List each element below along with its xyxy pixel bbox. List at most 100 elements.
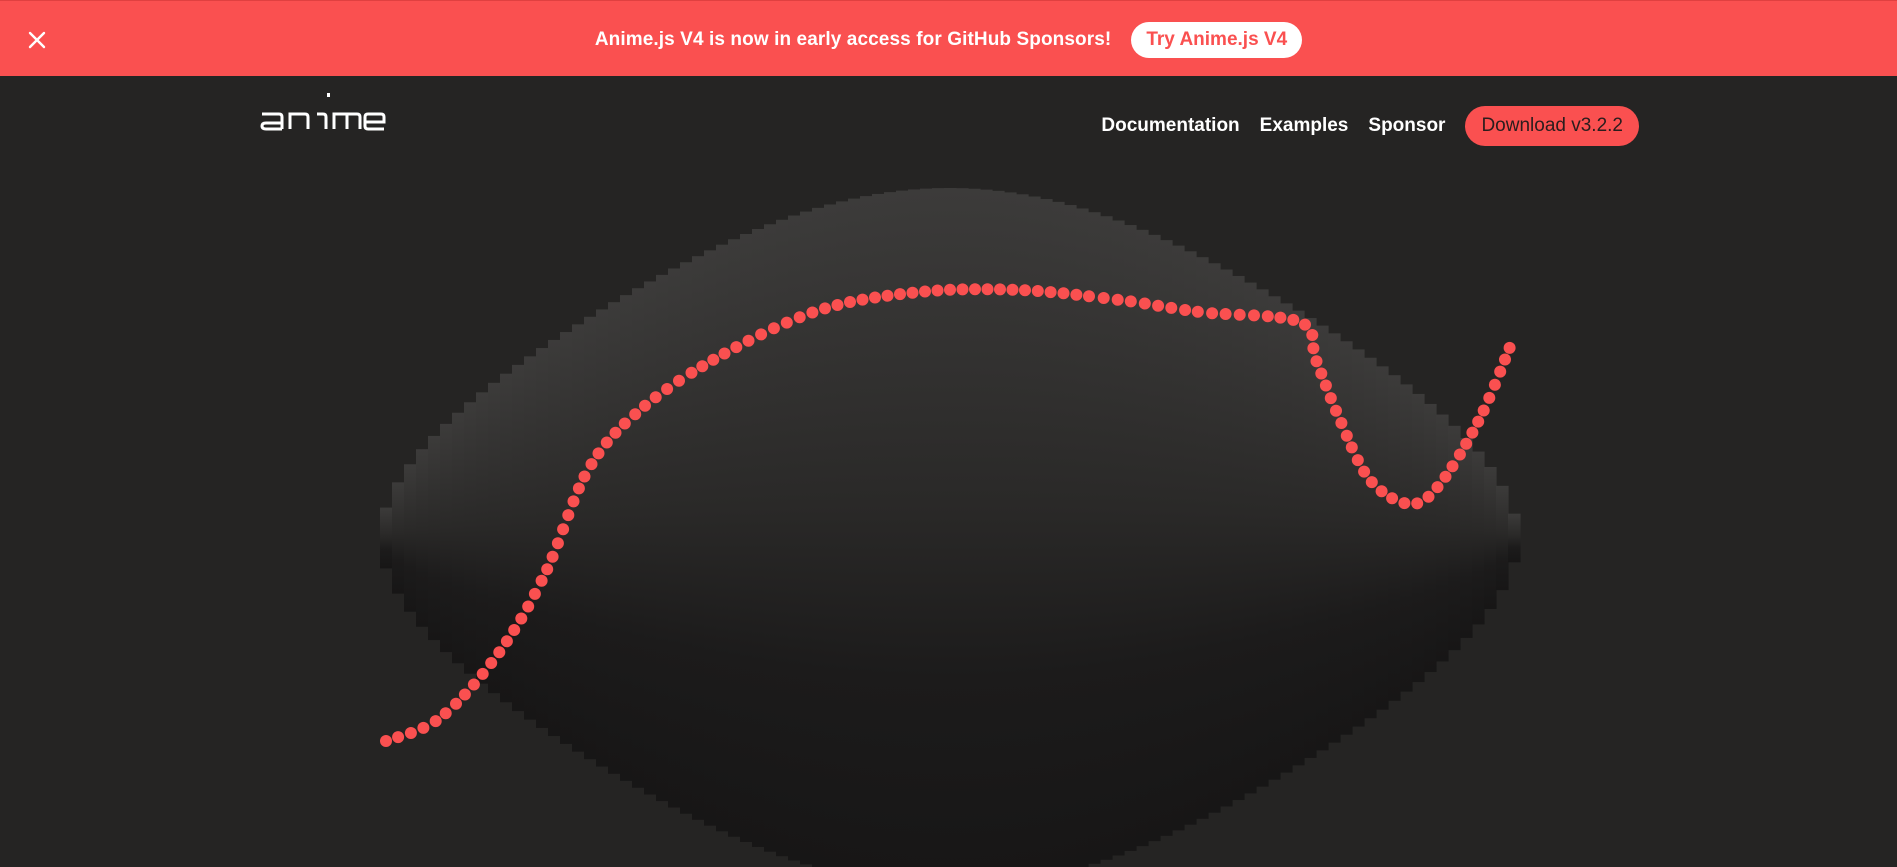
curve-dot xyxy=(1411,497,1424,510)
blob-strip xyxy=(1148,234,1161,842)
blob-strip xyxy=(608,302,621,774)
blob-strip xyxy=(764,224,777,852)
dotted-curve xyxy=(380,283,1516,747)
curve-dot xyxy=(600,436,613,449)
blob-strip xyxy=(1088,212,1101,864)
blob-strip xyxy=(1400,384,1413,692)
curve-dot xyxy=(1488,378,1501,391)
curve-dot xyxy=(1503,341,1516,354)
blob-strip xyxy=(1136,229,1149,847)
curve-dot xyxy=(493,646,506,659)
blob-strip xyxy=(440,423,453,653)
curve-dot xyxy=(1287,313,1300,326)
blob-strip xyxy=(896,190,909,867)
blob-strip xyxy=(944,188,957,867)
curve-dot xyxy=(869,291,881,304)
hero-canvas xyxy=(380,188,1521,867)
curve-dot xyxy=(1375,485,1388,498)
curve-dot xyxy=(1315,367,1328,380)
blob-strip xyxy=(404,464,417,612)
blob-strip xyxy=(1424,403,1437,673)
curve-dot xyxy=(1335,417,1348,429)
curve-dot xyxy=(567,495,580,508)
download-button[interactable]: Download v3.2.2 xyxy=(1465,106,1639,146)
blob-strip xyxy=(788,215,801,861)
curve-dot xyxy=(557,523,570,536)
nav-examples[interactable]: Examples xyxy=(1260,115,1349,137)
curve-dot xyxy=(1031,285,1044,297)
blob-strip xyxy=(536,348,549,728)
curve-dot xyxy=(1138,297,1151,310)
site-header: Documentation Examples Sponsor Download … xyxy=(0,76,1897,176)
blob-strip xyxy=(968,188,981,867)
curve-dot xyxy=(1097,292,1110,304)
blob-strip xyxy=(800,211,813,865)
curve-dot xyxy=(1306,329,1319,341)
blob-strip xyxy=(1340,341,1353,735)
curve-dot xyxy=(1330,404,1342,417)
curve-dot xyxy=(467,678,480,691)
blob-strip xyxy=(1496,485,1509,591)
curve-dot xyxy=(1124,295,1137,308)
blob-strip xyxy=(728,239,741,837)
blob-strip xyxy=(704,250,717,826)
curve-dot xyxy=(639,399,651,412)
curve-dot xyxy=(730,341,743,354)
curve-dot xyxy=(1422,490,1435,503)
curve-dot xyxy=(793,311,806,324)
curve-dot xyxy=(535,574,548,587)
curve-dot xyxy=(508,624,521,636)
blob-strip xyxy=(1184,251,1197,825)
anime-logo[interactable] xyxy=(260,92,386,134)
blob-strip xyxy=(716,244,729,832)
blob-strip xyxy=(848,198,861,867)
curve-dot xyxy=(578,470,591,483)
curve-dot xyxy=(780,316,793,329)
blob-strip xyxy=(1208,263,1221,813)
blob-strip xyxy=(632,288,645,788)
blob-strip xyxy=(860,196,873,867)
blob-strip xyxy=(476,392,489,684)
anime-logo-icon xyxy=(260,93,386,131)
curve-dot xyxy=(969,283,981,296)
blob-strip xyxy=(872,193,885,867)
try-anime-v4-button[interactable]: Try Anime.js V4 xyxy=(1131,22,1303,58)
curve-dot xyxy=(718,347,731,360)
blob-strip xyxy=(992,190,1005,867)
page: Anime.js V4 is now in early access for G… xyxy=(0,0,1897,867)
curve-dot xyxy=(485,657,498,669)
curve-dot xyxy=(522,600,535,613)
blob-strip xyxy=(1304,318,1317,758)
blob-strip xyxy=(1460,438,1473,638)
curve-dot xyxy=(742,334,755,347)
curve-dot xyxy=(1152,299,1165,312)
blob-strip xyxy=(932,188,945,867)
curve-dot xyxy=(528,587,541,600)
curve-dot xyxy=(1083,290,1095,303)
curve-dot xyxy=(1472,415,1485,428)
blob-strip xyxy=(524,356,537,720)
curve-dot xyxy=(1499,353,1511,366)
curve-dot xyxy=(1365,476,1378,489)
announcement-banner: Anime.js V4 is now in early access for G… xyxy=(0,0,1897,76)
nav-documentation[interactable]: Documentation xyxy=(1101,115,1239,137)
blob-strip xyxy=(1052,201,1065,867)
curve-dot xyxy=(661,383,674,395)
nav-sponsor[interactable]: Sponsor xyxy=(1368,115,1445,137)
curve-dot xyxy=(931,284,944,297)
curve-dot xyxy=(673,374,685,387)
banner-message: Anime.js V4 is now in early access for G… xyxy=(594,29,1112,50)
curve-dot xyxy=(1386,492,1399,505)
blob-strip xyxy=(1256,289,1269,787)
blob-strip xyxy=(908,189,921,867)
blob-strip xyxy=(824,204,837,867)
curve-dot xyxy=(551,537,564,550)
curve-dot xyxy=(696,360,709,373)
blob-strip xyxy=(1064,205,1077,867)
curve-dot xyxy=(546,550,559,563)
curve-dot xyxy=(944,283,956,296)
curve-dot xyxy=(1111,293,1124,306)
blob-strip xyxy=(1292,310,1305,766)
curve-dot xyxy=(1351,454,1364,467)
curve-dot xyxy=(1191,305,1204,318)
